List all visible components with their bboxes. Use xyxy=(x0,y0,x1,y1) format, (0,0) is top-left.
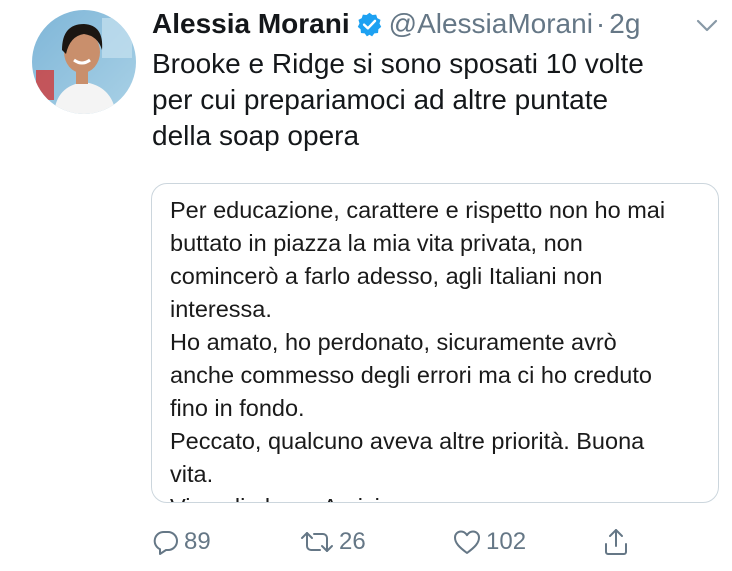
retweet-count: 26 xyxy=(339,528,366,555)
avatar[interactable] xyxy=(32,10,136,114)
tweet-text-line: della soap opera xyxy=(152,120,360,151)
image-text-line xyxy=(170,184,710,194)
reply-button[interactable]: 89 xyxy=(152,522,211,562)
verified-badge-icon xyxy=(356,11,383,38)
image-text-line: fino in fondo. xyxy=(170,395,305,421)
attached-image[interactable]: Per educazione, carattere e rispetto non… xyxy=(151,183,719,503)
tweet-header: Alessia Morani @AlessiaMorani · 2g xyxy=(152,2,640,46)
profile-photo-icon xyxy=(32,10,136,114)
image-text-line: Vi voglio bene Amici xyxy=(170,491,710,502)
tweet-text-line: Brooke e Ridge si sono sposati 10 volte xyxy=(152,48,644,79)
separator-dot: · xyxy=(595,8,606,39)
image-text-line: Per educazione, carattere e rispetto non… xyxy=(170,197,666,223)
image-text: Per educazione, carattere e rispetto non… xyxy=(170,184,710,502)
share-icon xyxy=(602,527,630,557)
like-button[interactable]: 102 xyxy=(452,522,526,562)
image-text-line: anche commesso degli errori ma ci ho cre… xyxy=(170,362,652,388)
heart-icon xyxy=(452,528,482,556)
author-name[interactable]: Alessia Morani xyxy=(152,8,350,40)
image-text-line: interessa. xyxy=(170,296,272,322)
reply-count: 89 xyxy=(184,528,211,555)
image-text-line: Peccato, qualcuno aveva altre priorità. … xyxy=(170,428,645,454)
retweet-button[interactable]: 26 xyxy=(299,522,366,562)
image-text-line: buttato in piazza la mia vita privata, n… xyxy=(170,230,583,256)
chevron-down-icon[interactable] xyxy=(694,12,720,38)
image-text-line: Ho amato, ho perdonato, sicuramente avrò xyxy=(170,329,617,355)
share-button[interactable] xyxy=(602,522,630,562)
tweet-text-line: per cui prepariamoci ad altre puntate xyxy=(152,84,609,115)
image-text-line: vita. xyxy=(170,461,214,487)
retweet-icon xyxy=(299,528,335,556)
tweet-text: Brooke e Ridge si sono sposati 10 volte … xyxy=(152,46,712,154)
tweet-timestamp[interactable]: 2g xyxy=(609,8,640,40)
author-handle[interactable]: @AlessiaMorani xyxy=(389,8,593,40)
reply-icon xyxy=(152,528,180,556)
tweet[interactable]: Alessia Morani @AlessiaMorani · 2g Brook… xyxy=(0,0,732,571)
image-text-line: comincerò a farlo adesso, agli Italiani … xyxy=(170,263,603,289)
like-count: 102 xyxy=(486,528,527,555)
tweet-actions: 89 26 102 xyxy=(0,522,732,562)
